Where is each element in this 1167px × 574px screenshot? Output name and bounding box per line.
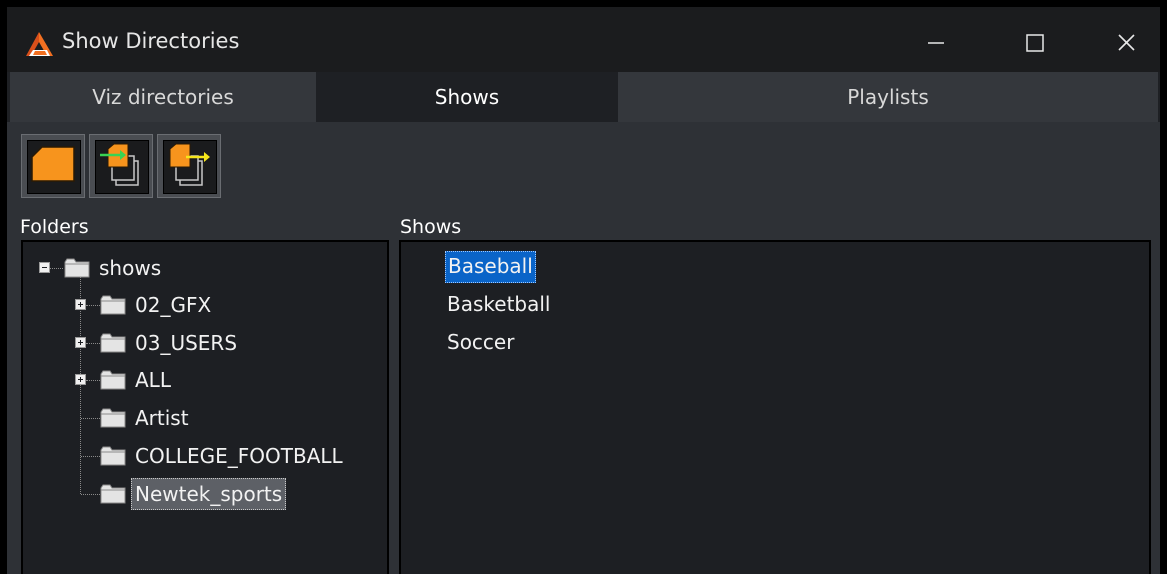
tab-viz-directories[interactable]: Viz directories	[10, 72, 316, 122]
new-folder-button[interactable]	[21, 134, 85, 198]
maximize-button[interactable]	[1012, 24, 1058, 62]
window-title: Show Directories	[62, 29, 240, 53]
folder-icon	[100, 484, 126, 504]
tree-item-artist[interactable]: Artist	[23, 402, 383, 434]
tree-item-03-users[interactable]: 03_USERS	[23, 327, 383, 359]
export-button[interactable]	[157, 134, 221, 198]
tree-item-label: Newtek_sports	[131, 478, 287, 510]
expand-icon[interactable]	[75, 374, 86, 385]
tab-content: Folders Shows shows 02_GFX 03_USERS ALL …	[7, 122, 1160, 574]
folder-icon	[100, 333, 126, 353]
folder-icon	[64, 258, 90, 278]
tree-item-shows[interactable]: shows	[23, 252, 383, 284]
minimize-button[interactable]	[912, 24, 958, 62]
folders-tree[interactable]: shows 02_GFX 03_USERS ALL Artist COLLEGE…	[21, 240, 389, 574]
title-bar[interactable]: Show Directories	[7, 7, 1160, 72]
show-directories-window: Show Directories Viz directories Shows P…	[7, 7, 1160, 574]
tree-item-label: ALL	[135, 368, 171, 392]
tree-item-label: shows	[99, 256, 162, 280]
expand-icon[interactable]	[75, 337, 86, 348]
tree-item-02-gfx[interactable]: 02_GFX	[23, 289, 383, 321]
tree-item-label: COLLEGE_FOOTBALL	[135, 444, 343, 468]
tab-playlists[interactable]: Playlists	[618, 72, 1158, 122]
folders-label: Folders	[20, 216, 89, 238]
folder-icon	[100, 408, 126, 428]
tab-shows[interactable]: Shows	[318, 72, 616, 122]
expand-icon[interactable]	[75, 299, 86, 310]
show-item-basketball[interactable]: Basketball	[445, 289, 552, 319]
import-icon	[100, 143, 139, 186]
show-item-soccer[interactable]: Soccer	[445, 327, 516, 357]
minimize-icon	[928, 42, 944, 44]
show-item-baseball[interactable]: Baseball	[445, 251, 536, 283]
tree-item-college-football[interactable]: COLLEGE_FOOTBALL	[23, 440, 383, 472]
maximize-icon	[1026, 34, 1044, 52]
tree-item-label: Artist	[135, 406, 189, 430]
collapse-icon[interactable]	[39, 262, 50, 273]
folder-icon	[100, 446, 126, 466]
shows-list[interactable]: Baseball Basketball Soccer	[399, 240, 1151, 574]
tree-item-newtek-sports[interactable]: Newtek_sports	[23, 478, 383, 510]
folder-icon	[100, 370, 126, 390]
tree-item-label: 03_USERS	[135, 331, 238, 355]
folder-icon	[100, 295, 126, 315]
close-icon	[1118, 34, 1135, 51]
shows-label: Shows	[400, 216, 462, 238]
new-folder-icon	[31, 146, 75, 182]
close-button[interactable]	[1103, 24, 1149, 62]
tab-bar: Viz directories Shows Playlists	[7, 72, 1160, 122]
export-icon	[169, 143, 210, 186]
tree-item-all[interactable]: ALL	[23, 364, 383, 396]
tree-item-label: 02_GFX	[135, 293, 212, 317]
import-button[interactable]	[89, 134, 153, 198]
app-logo-icon	[26, 32, 53, 56]
